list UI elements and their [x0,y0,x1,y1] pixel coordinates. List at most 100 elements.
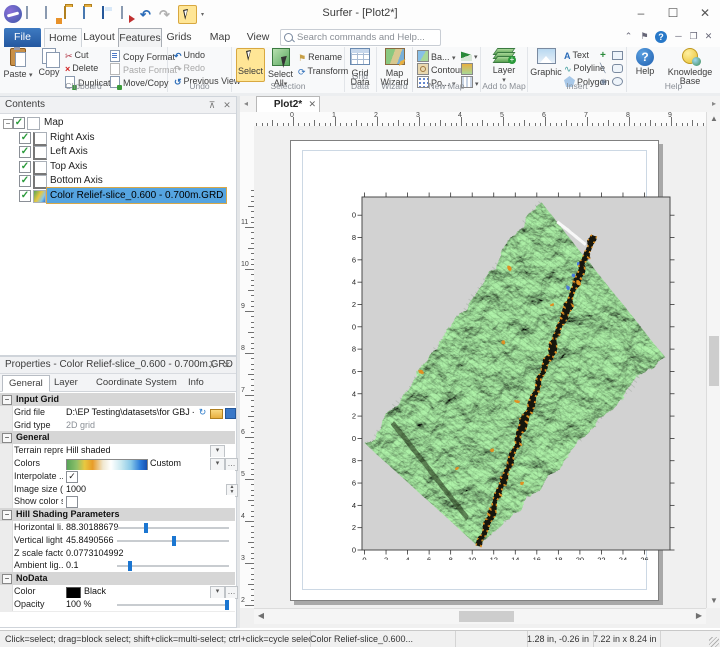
horizontal-scrollbar[interactable]: ◀ ▶ [254,608,706,624]
resize-grip[interactable] [709,637,719,647]
vertical-scrollbar[interactable]: ▲ ▼ [706,112,720,608]
save-grid-icon[interactable] [225,408,236,419]
visibility-checkbox[interactable]: ✓ [19,132,31,144]
tree-item-left-axis[interactable]: ✓Left Axis [0,144,236,159]
rectangle-icon[interactable] [612,51,623,60]
tree-item-top-axis[interactable]: ✓Top Axis [0,159,236,174]
delete-button[interactable]: ×Delete [65,63,98,74]
visibility-checkbox[interactable]: ✓ [19,175,31,187]
rounded-rectangle-icon[interactable] [612,64,623,73]
child-close-icon[interactable]: ✕ [702,31,715,42]
left-axis-label: 26 [352,255,356,264]
scroll-left-icon[interactable]: ◀ [254,609,268,623]
slider-track[interactable] [117,527,229,529]
paste-format-button[interactable]: Paste Format [110,63,177,74]
tree-item-right-axis[interactable]: ✓Right Axis [0,130,236,145]
search-input[interactable]: Search commands and Help... [280,29,441,46]
undo-button[interactable]: ↶Undo [174,50,205,61]
visibility-checkbox[interactable]: ✓ [13,117,25,129]
tab-layer[interactable]: Layer [48,375,84,390]
plot-page[interactable]: 0246810121416182022242602468101214161820… [290,140,659,601]
graphic-button[interactable]: Graphic [530,48,562,77]
tab-view[interactable]: View [244,28,272,47]
new-base-map-button[interactable]: Ba... ▾ [417,50,456,61]
property-label: Colors [14,457,63,470]
close-panel-icon[interactable]: ✕ [221,99,233,111]
close-tab-icon[interactable]: ✕ [308,97,316,112]
visibility-checkbox[interactable]: ✓ [19,161,31,173]
slider-thumb[interactable] [225,600,229,610]
visibility-checkbox[interactable]: ✓ [19,190,31,202]
section-collapse-icon[interactable]: − [2,395,12,405]
help-badge-icon[interactable]: ? [655,31,667,43]
copy-format-button[interactable]: Copy Format [110,50,175,61]
tree-item-bottom-axis[interactable]: ✓Bottom Axis [0,173,236,188]
cut-button[interactable]: ✂Cut [65,50,89,61]
copy-button[interactable]: Copy [36,48,62,77]
orange-anomaly-dot [551,304,555,308]
slider-thumb[interactable] [128,561,132,571]
rename-button[interactable]: ⚑Rename [298,52,342,63]
text-button[interactable]: AText [564,50,589,61]
child-minimize-icon[interactable]: ─ [672,31,685,41]
child-restore-icon[interactable]: ❐ [687,31,700,42]
property-checkbox[interactable]: ✓ [66,471,78,483]
paste-button[interactable]: Paste ▾ [3,48,33,80]
vertical-scroll-thumb[interactable] [709,336,719,386]
plot-tab[interactable]: Plot2* ✕ [256,96,320,112]
new-image-map-button[interactable] [461,63,475,74]
color-relief-map[interactable]: 0246810121416182022242602468101214161820… [352,187,680,560]
select-button[interactable]: Select [236,48,265,82]
flag-icon[interactable]: ⚑ [638,31,651,42]
slider-thumb[interactable] [172,536,176,546]
slider-thumb[interactable] [144,523,148,533]
close-button[interactable]: ✕ [690,0,720,27]
transform-button[interactable]: ⟳Transform [298,66,348,77]
close-panel-icon[interactable]: ✕ [221,359,233,371]
pin-icon[interactable]: ⊼ [206,99,218,111]
minimize-button[interactable]: – [626,0,656,27]
slider-track[interactable] [117,565,229,567]
horizontal-scroll-thumb[interactable] [459,611,514,622]
plot-canvas[interactable]: 0246810121416182022242602468101214161820… [254,126,706,608]
tab-features[interactable]: Features [118,28,162,49]
section-collapse-icon[interactable]: − [2,574,12,584]
scroll-down-icon[interactable]: ▼ [707,594,720,608]
tab-file[interactable]: File [4,28,41,47]
ribbon-pin-icon[interactable]: ⌃ [622,31,635,42]
help-button[interactable]: ? Help [632,48,658,77]
redo-button[interactable]: ↷Redo [174,63,205,74]
maximize-button[interactable]: ☐ [658,0,688,27]
pin-icon[interactable]: ⊼ [206,359,218,371]
tab-general[interactable]: General [2,375,50,392]
tab-home[interactable]: Home [44,28,82,48]
tab-layout[interactable]: Layout [82,28,116,47]
color-gradient-swatch[interactable] [66,459,148,471]
slider-track[interactable] [117,604,229,606]
polyline-button[interactable]: ∿Polyline [564,63,605,74]
new-contour-map-button[interactable]: Contour [417,63,463,74]
tab-scroll-right-icon[interactable]: ▸ [712,99,716,108]
section-collapse-icon[interactable]: − [2,433,12,443]
tab-grids[interactable]: Grids [164,28,194,47]
visibility-checkbox[interactable]: ✓ [19,146,31,158]
spline-icon[interactable]: ╲ [600,63,612,74]
scroll-right-icon[interactable]: ▶ [692,609,706,623]
tree-item-color-relief-slice-0-600-0-700m-grd[interactable]: ✓Color Relief-slice_0.600 - 0.700m.GRD [0,188,236,203]
map-wizard-icon [385,48,405,65]
tab-coordinate-system[interactable]: Coordinate System [90,375,183,390]
section-collapse-icon[interactable]: − [2,510,12,520]
tree-expander-icon[interactable]: − [3,119,13,129]
tab-scroll-left-icon[interactable]: ◂ [244,99,248,108]
new-3d-view-button[interactable]: ▾ [461,50,478,61]
browse-folder-icon[interactable] [210,409,223,419]
tab-info[interactable]: Info [182,375,210,390]
layer-button[interactable]: Layer ▾ [490,48,518,86]
tree-item-map[interactable]: −✓Map [0,115,236,130]
tab-map-tools[interactable]: Map Tools [198,28,242,47]
reload-grid-icon[interactable]: ↻ [197,407,208,418]
point-icon[interactable]: + [600,50,612,61]
property-checkbox[interactable] [66,496,78,508]
scroll-up-icon[interactable]: ▲ [707,112,720,126]
color-swatch[interactable] [66,587,81,599]
